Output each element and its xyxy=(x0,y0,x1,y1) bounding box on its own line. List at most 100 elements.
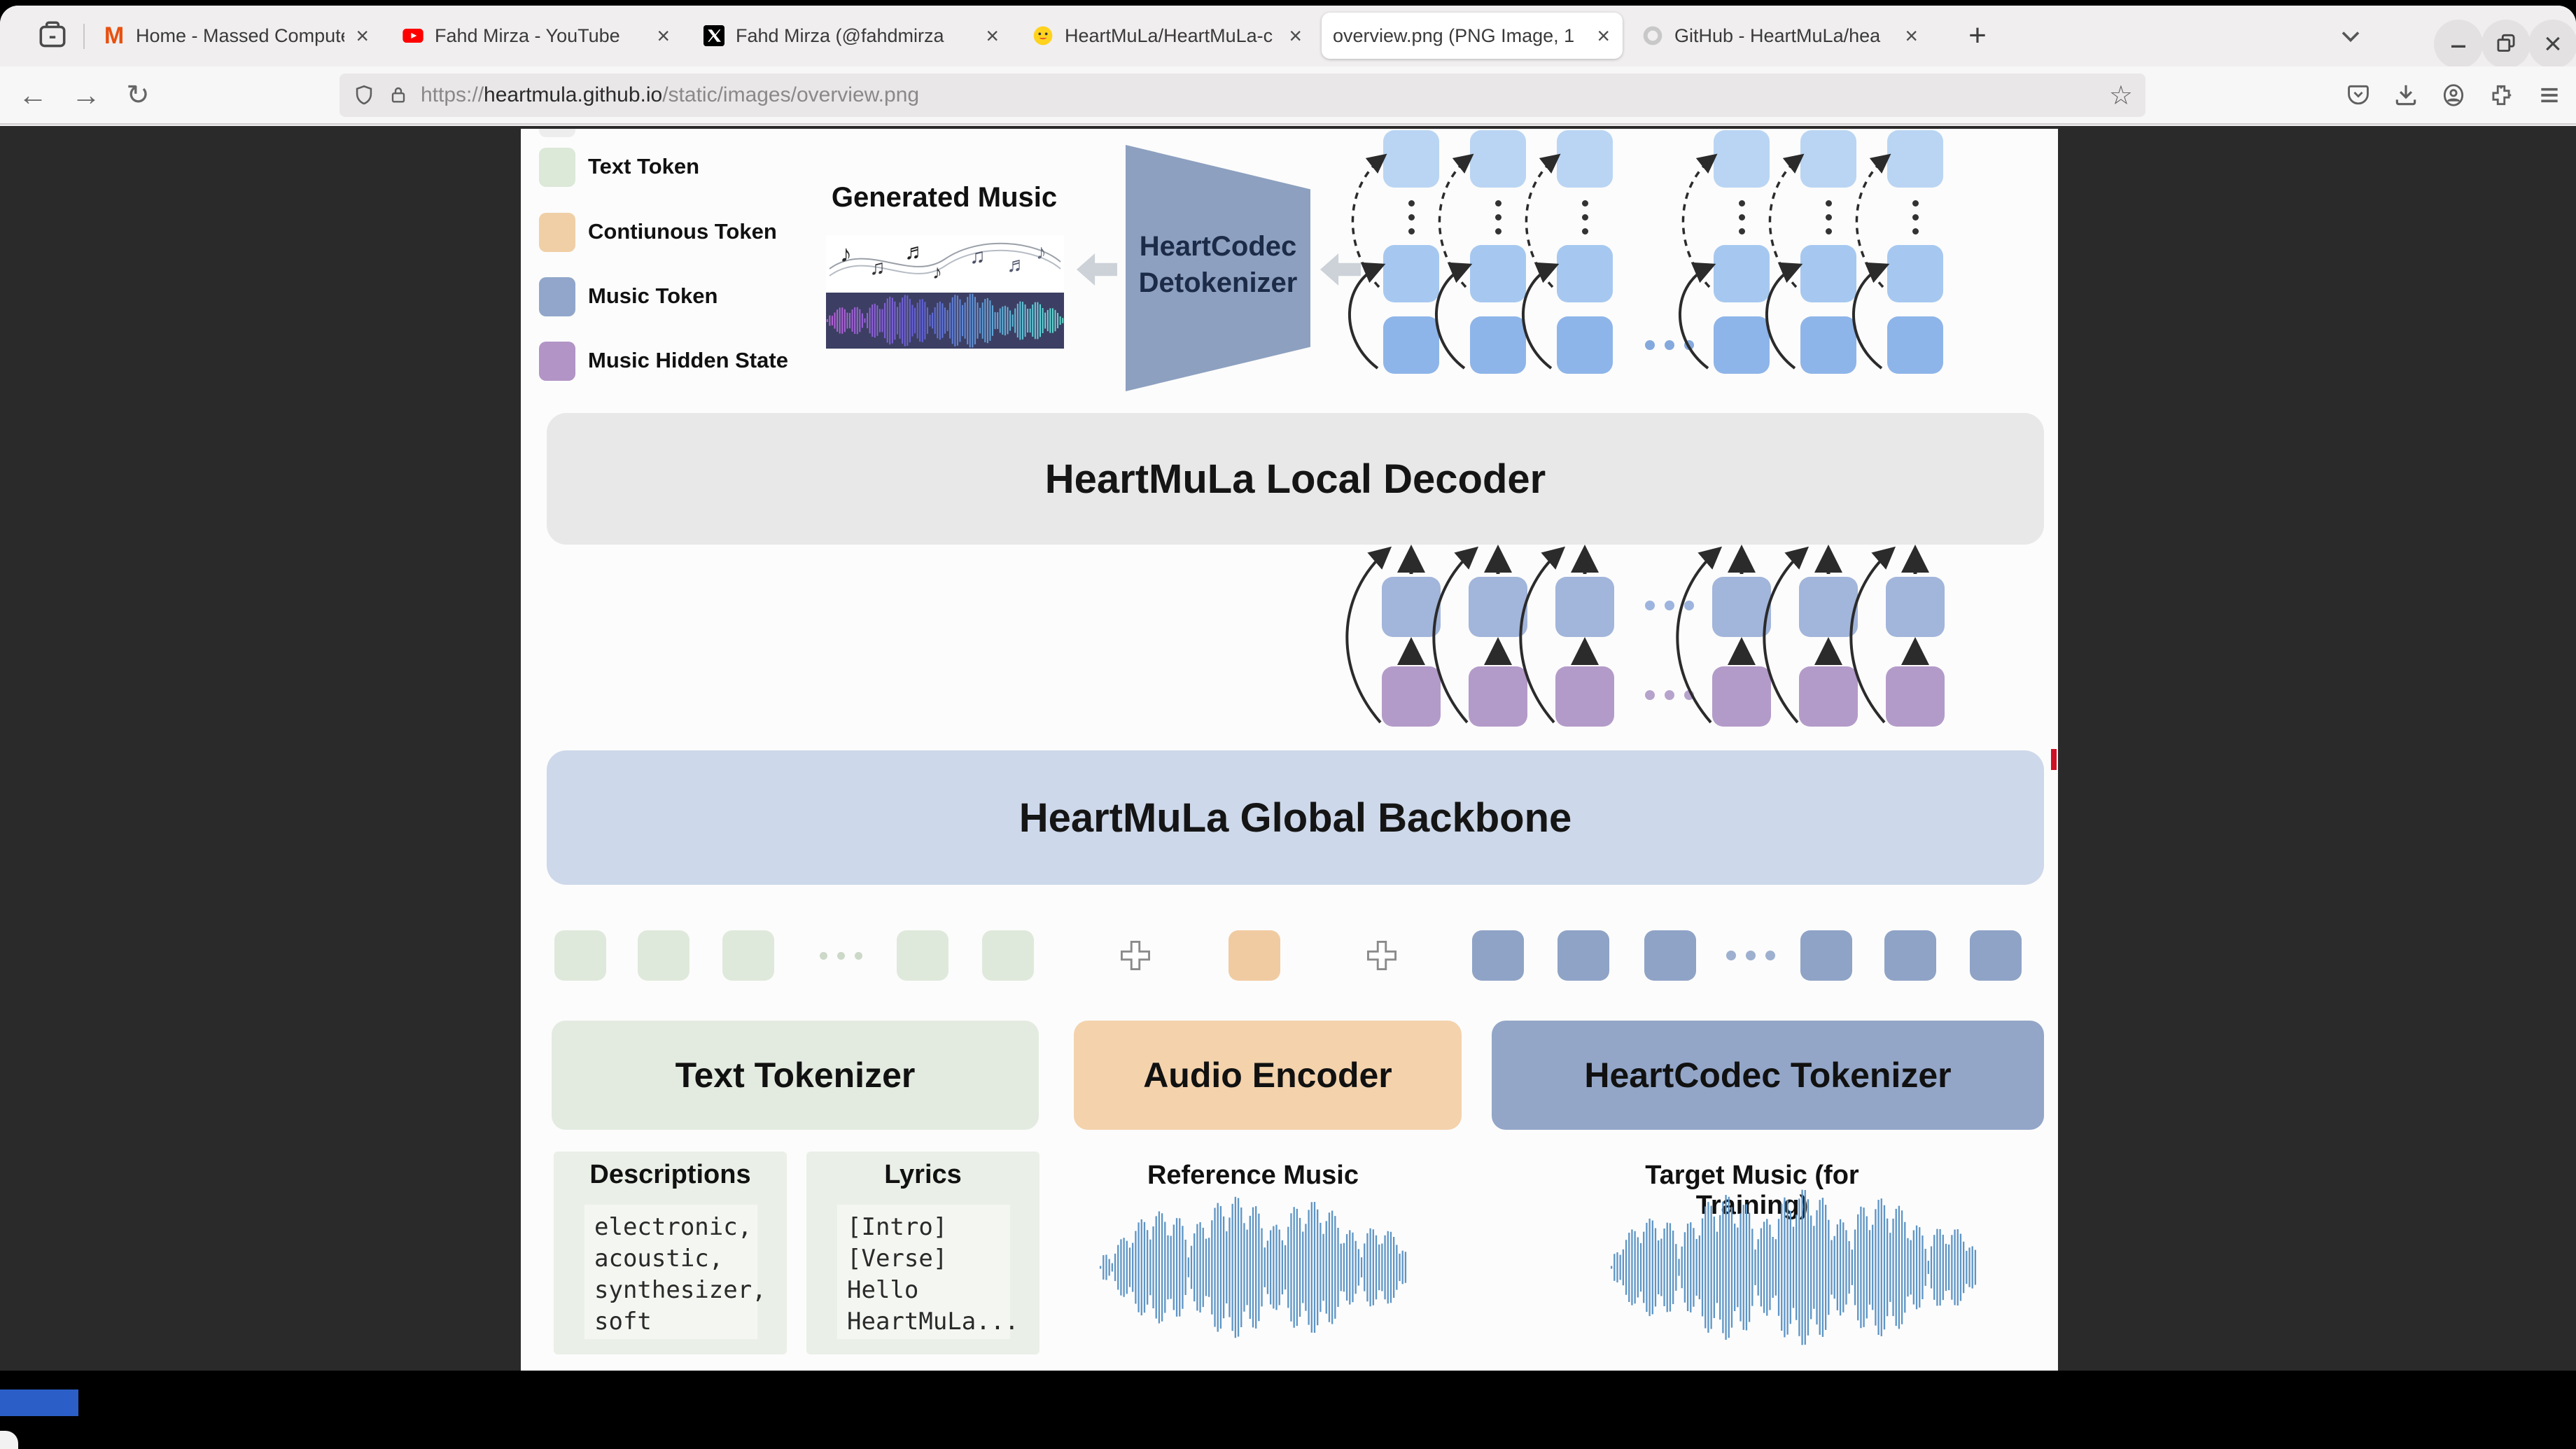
shield-icon[interactable] xyxy=(352,83,376,107)
music-token-top-r1-c2 xyxy=(1470,130,1526,188)
extensions-icon[interactable] xyxy=(2488,82,2514,108)
horizontal-ellipsis-music-tokens xyxy=(1765,951,1775,960)
vertical-ellipsis-dots xyxy=(1582,200,1588,206)
music-token-top-r1-c4 xyxy=(1714,130,1770,188)
browser-tab-5[interactable]: overview.png (PNG Image, 1 × xyxy=(1322,13,1623,59)
vertical-ellipsis-dots xyxy=(1408,200,1415,206)
legend-label-1: Text Token xyxy=(588,154,699,179)
x-twitter-icon xyxy=(702,24,726,48)
vertical-ellipsis-dots xyxy=(1408,228,1415,234)
text-token-2 xyxy=(638,930,690,981)
vertical-ellipsis-dots xyxy=(1739,200,1745,206)
horizontal-ellipsis-mid-purple xyxy=(1665,690,1674,700)
tab-close-button[interactable]: × xyxy=(1595,24,1611,47)
tab-separator xyxy=(83,24,85,49)
generated-music-image: ♪ ♫ ♬ ♪ ♫ ♬ ♪ xyxy=(826,235,1064,349)
tab-title: HeartMuLa/HeartMuLa-c xyxy=(1065,25,1278,47)
heartmula-local-decoder-bar: HeartMuLa Local Decoder xyxy=(547,413,2044,545)
lyric-line-3: Hello xyxy=(847,1275,1000,1306)
browser-tab-1[interactable]: MHome - Massed Compute× xyxy=(91,13,382,59)
bookmark-star-icon[interactable]: ☆ xyxy=(2109,80,2133,111)
music-token-top-r2-c3 xyxy=(1557,245,1613,302)
music-token-top-r3-c1 xyxy=(1383,316,1439,374)
horizontal-ellipsis-mid-purple xyxy=(1645,690,1655,700)
tab-close-button[interactable]: × xyxy=(354,24,370,47)
legend-swatch-4 xyxy=(539,342,575,381)
horizontal-ellipsis-text-tokens xyxy=(820,952,827,960)
description-line-1: electronic, xyxy=(594,1212,748,1243)
music-token-top-r1-c1 xyxy=(1383,130,1439,188)
plus-icon-2 xyxy=(1366,939,1398,972)
tab-close-button[interactable]: × xyxy=(1287,24,1303,47)
legend-swatch-3 xyxy=(539,277,575,316)
text-token-1 xyxy=(554,930,606,981)
legend-label-2: Contiunous Token xyxy=(588,219,777,244)
detokenizer-label-line2: Detokenizer xyxy=(1126,265,1310,300)
description-line-3: synthesizer, xyxy=(594,1275,748,1306)
tab-close-button[interactable]: × xyxy=(655,24,671,47)
music-token-top-r1-c3 xyxy=(1557,130,1613,188)
horizontal-ellipsis-top-grid xyxy=(1684,340,1694,350)
tab-title: overview.png (PNG Image, 1 xyxy=(1333,25,1586,47)
download-icon[interactable] xyxy=(2393,82,2419,108)
lyric-line-4: HeartMuLa... xyxy=(847,1306,1000,1338)
descriptions-text: electronic,acoustic,synthesizer,soft xyxy=(584,1205,757,1339)
tab-title: GitHub - HeartMuLa/hea xyxy=(1674,25,1893,47)
music-token-input-3 xyxy=(1644,930,1696,981)
svg-text:♬: ♬ xyxy=(904,239,927,264)
close-window-button[interactable]: × xyxy=(2528,20,2576,69)
music-token-input-2 xyxy=(1558,930,1609,981)
firefox-view-icon[interactable] xyxy=(34,18,71,53)
menu-icon[interactable] xyxy=(2535,81,2563,109)
tab-overflow-chevron-icon[interactable] xyxy=(2332,21,2369,52)
overview-png-image[interactable]: Text TokenContiunous TokenMusic TokenMus… xyxy=(521,129,2058,1371)
lyric-line-2: [Verse] xyxy=(847,1243,1000,1275)
forward-button[interactable]: → xyxy=(66,75,106,115)
reference-music-label: Reference Music xyxy=(1141,1161,1365,1191)
background-window-corner xyxy=(0,1431,18,1449)
legend-swatch-2 xyxy=(539,213,575,252)
url-scheme: https:// xyxy=(421,83,484,106)
tab-close-button[interactable]: × xyxy=(984,24,1000,47)
music-token-top-r2-c5 xyxy=(1800,245,1856,302)
lock-icon[interactable] xyxy=(387,84,410,106)
browser-tab-3[interactable]: Fahd Mirza (@fahdmirza× xyxy=(691,13,1011,59)
account-icon[interactable] xyxy=(2440,82,2467,108)
vertical-ellipsis-dots xyxy=(1912,200,1919,206)
text-token-3 xyxy=(722,930,774,981)
pocket-icon[interactable] xyxy=(2345,82,2372,108)
left-arrow-to-detokenizer xyxy=(1320,253,1361,286)
navigation-bar: ← → ↻ https://heartmula.github.io/static… xyxy=(0,66,2576,125)
massed-compute-icon: M xyxy=(102,24,126,48)
back-button[interactable]: ← xyxy=(13,75,53,115)
new-tab-button[interactable]: + xyxy=(1957,15,1998,56)
music-token-top-r2-c6 xyxy=(1887,245,1943,302)
desktop: MHome - Massed Compute×Fahd Mirza - YouT… xyxy=(0,0,2576,1449)
tab-close-button[interactable]: × xyxy=(1903,24,1919,47)
music-hidden-state-c1 xyxy=(1382,666,1441,727)
svg-text:♪: ♪ xyxy=(932,261,942,283)
minimize-button[interactable] xyxy=(2434,20,2483,69)
browser-viewport: Text TokenContiunous TokenMusic TokenMus… xyxy=(0,126,2576,1371)
browser-tab-6[interactable]: GitHub - HeartMuLa/hea × xyxy=(1630,13,1931,59)
lyrics-text: [Intro][Verse]HelloHeartMuLa... xyxy=(837,1205,1010,1339)
music-hidden-state-c5 xyxy=(1799,666,1858,727)
url-text[interactable]: https://heartmula.github.io/static/image… xyxy=(421,83,2098,107)
url-path: /static/images/overview.png xyxy=(662,83,919,106)
svg-text:♪: ♪ xyxy=(1036,241,1046,264)
browser-tab-4[interactable]: HeartMuLa/HeartMuLa-c × xyxy=(1020,13,1315,59)
legend-label-4: Music Hidden State xyxy=(588,348,788,373)
maximize-button[interactable] xyxy=(2482,20,2530,69)
vertical-ellipsis-dots xyxy=(1739,228,1745,234)
url-bar[interactable]: https://heartmula.github.io/static/image… xyxy=(340,74,2146,117)
vertical-ellipsis-dots xyxy=(1495,214,1502,220)
browser-tab-2[interactable]: Fahd Mirza - YouTube × xyxy=(390,13,682,59)
reload-button[interactable]: ↻ xyxy=(118,75,158,115)
tab-title: Fahd Mirza - YouTube xyxy=(435,25,645,47)
music-token-input-1 xyxy=(1472,930,1524,981)
continuous-token xyxy=(1228,930,1280,981)
svg-text:♪: ♪ xyxy=(840,241,852,267)
music-token-top-r2-c1 xyxy=(1383,245,1439,302)
svg-text:♫: ♫ xyxy=(869,256,886,279)
music-token-top-r3-c3 xyxy=(1557,316,1613,374)
